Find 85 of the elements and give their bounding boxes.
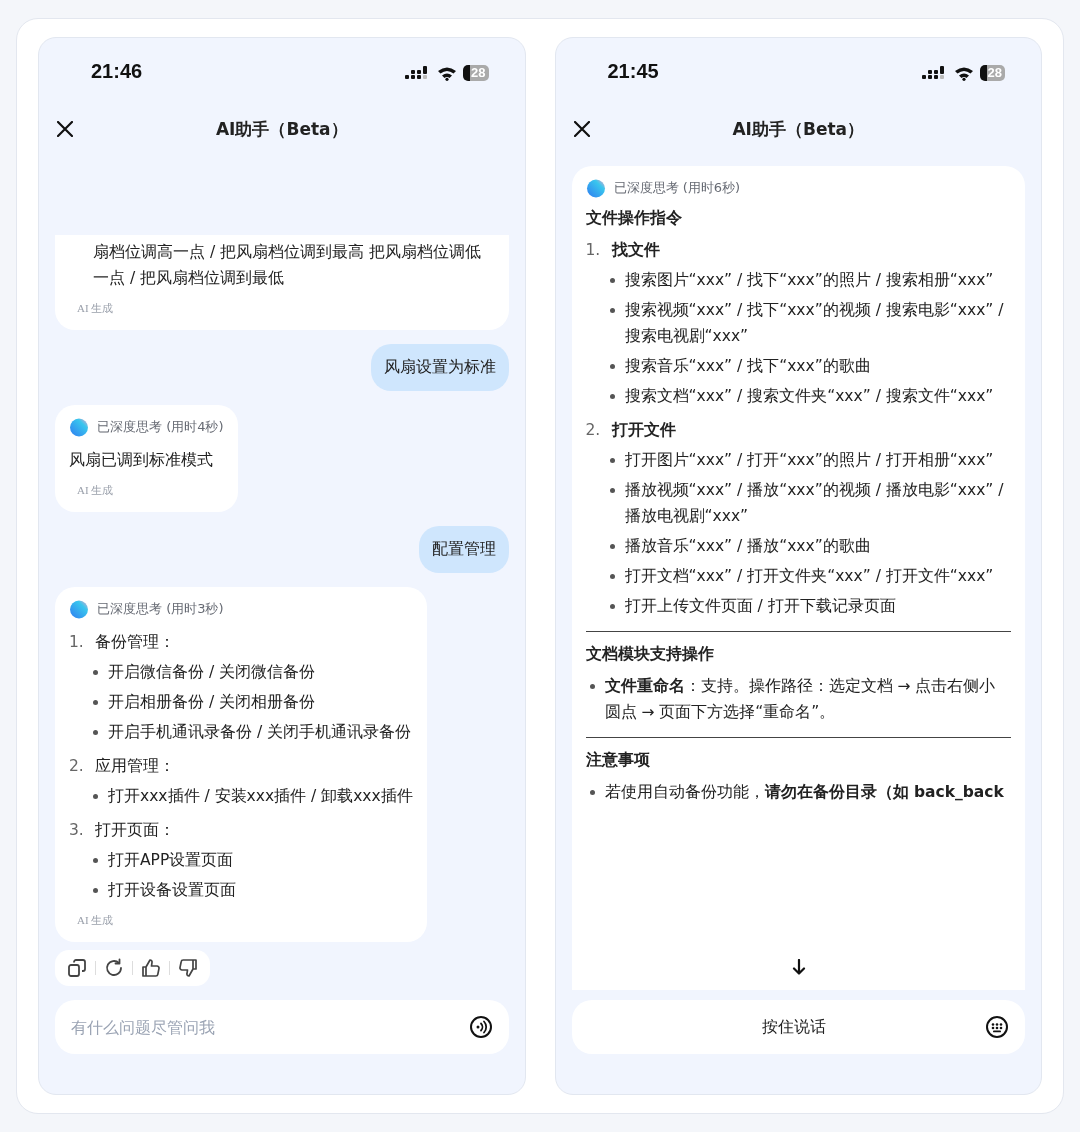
bullet-icon [609,574,615,579]
voice-icon [468,1015,493,1039]
list-item-text: 开启相册备份 / 关闭相册备份 [108,692,316,713]
list-item-text: 搜索图片“xxx” / 找下“xxx”的照片 / 搜索相册“xxx” [624,270,994,291]
message-input-field[interactable]: 有什么问题尽管问我 [55,1000,509,1054]
list-number: 3. [69,820,85,841]
assistant-logo-icon [69,417,89,437]
ai-generated-label: AI 生成 [76,483,115,498]
list-item-text: 打开图片“xxx” / 打开“xxx”的照片 / 打开相册“xxx” [624,450,994,471]
bullet-icon [589,790,595,795]
thinking-status: 已深度思考 (用时3秒) [97,600,224,618]
down-arrow-icon [791,959,806,975]
list-item-text: 播放视频“xxx” / 播放“xxx”的视频 / 播放电影“xxx” / 播放电视剧“xxx” [624,480,1005,527]
section-heading: 注意事项 [585,750,651,771]
text-input[interactable]: 有什么问题尽管问我 [69,1016,461,1038]
copy-button[interactable] [65,956,89,980]
keyboard-icon [985,1015,1009,1039]
thumbs-down-icon [178,958,198,978]
list-title: 找文件 [611,240,660,261]
bullet-icon [93,700,98,705]
list-item-text: 打开xxx插件 / 安装xxx插件 / 卸载xxx插件 [108,786,413,807]
message-text: 风扇已调到标准模式 [69,450,214,471]
list-item-text: 搜索视频“xxx” / 找下“xxx”的视频 / 搜索电影“xxx” / 搜索电视剧“xxx” [624,300,1005,347]
list-item-text: 打开上传文件页面 / 打开下载记录页面 [624,596,896,617]
list-title: 打开文件 [611,420,676,441]
bullet-icon [609,604,615,609]
dislike-button[interactable] [176,956,200,980]
bullet-icon [93,670,98,675]
list-item-text: 打开文档“xxx” / 打开文件夹“xxx” / 打开文件“xxx” [624,566,994,587]
assistant-logo-icon [69,599,89,619]
close-button[interactable] [55,119,75,139]
close-icon [57,121,73,137]
bullet-icon [93,730,98,735]
list-number: 1. [585,240,602,261]
bullet-icon [93,794,98,799]
message-text: 扇档位调高一点 / 把风扇档位调到最高 把风扇档位调低一点 / 把风扇档位调到最低 [92,242,482,289]
thinking-status: 已深度思考 (用时4秒) [97,418,224,436]
list-title: 备份管理： [95,632,175,653]
thinking-status: 已深度思考 (用时6秒) [613,179,741,197]
list-item-text: 打开APP设置页面 [108,850,234,871]
ai-generated-label: AI 生成 [76,913,115,928]
wifi-icon [437,65,458,81]
ai-generated-label: AI 生成 [76,301,115,316]
section-heading: 文件操作指令 [585,208,683,229]
list-item-text: 搜索文档“xxx” / 搜索文件夹“xxx” / 搜索文件“xxx” [624,386,994,407]
list-item-text: 文件重命名：支持。操作路径：选定文档 → 点击右侧小圆点 → 页面下方选择“重命名”。 [604,676,997,723]
refresh-icon [104,958,124,978]
close-icon [573,121,590,137]
screen-title: AI助手（Beta） [732,117,865,141]
list-title: 应用管理： [95,756,175,777]
user-message: 配置管理 [418,526,509,573]
list-title: 打开页面： [95,820,175,841]
bullet-icon [93,858,98,863]
list-item-text: 开启手机通讯录备份 / 关闭手机通讯录备份 [108,722,412,743]
list-number: 1. [69,632,85,653]
battery-level: 28 [979,65,1005,81]
section-heading: 文档模块支持操作 [585,644,715,665]
wifi-icon [953,65,974,81]
list-item-text: 播放音乐“xxx” / 播放“xxx”的歌曲 [624,536,871,557]
assistant-logo-icon [585,178,606,198]
list-item-text: 打开设备设置页面 [108,880,236,901]
status-time: 21:45 [607,60,659,83]
user-message: 风扇设置为标准 [370,344,509,391]
list-item-text: 若使用自动备份功能，请勿在备份目录（如 back_back [604,782,1004,803]
bullet-icon [609,278,615,283]
thumbs-up-icon [141,958,161,978]
bullet-icon [609,458,615,463]
bullet-icon [609,308,615,313]
copy-icon [67,958,87,978]
close-button[interactable] [571,119,592,139]
like-button[interactable] [139,956,163,980]
bullet-icon [609,394,615,399]
bullet-icon [609,364,615,369]
list-item-text: 搜索音乐“xxx” / 找下“xxx”的歌曲 [624,356,871,377]
bullet-icon [609,488,615,493]
bullet-icon [609,544,615,549]
hold-to-talk-button[interactable]: 按住说话 [611,1008,977,1046]
battery-level: 28 [463,65,489,81]
bullet-icon [589,684,595,689]
list-item-text: 开启微信备份 / 关闭微信备份 [108,662,316,683]
list-number: 2. [69,756,85,777]
bullet-icon [93,888,98,893]
list-number: 2. [585,420,602,441]
status-time: 21:46 [91,60,143,83]
screen-title: AI助手（Beta） [215,117,348,141]
